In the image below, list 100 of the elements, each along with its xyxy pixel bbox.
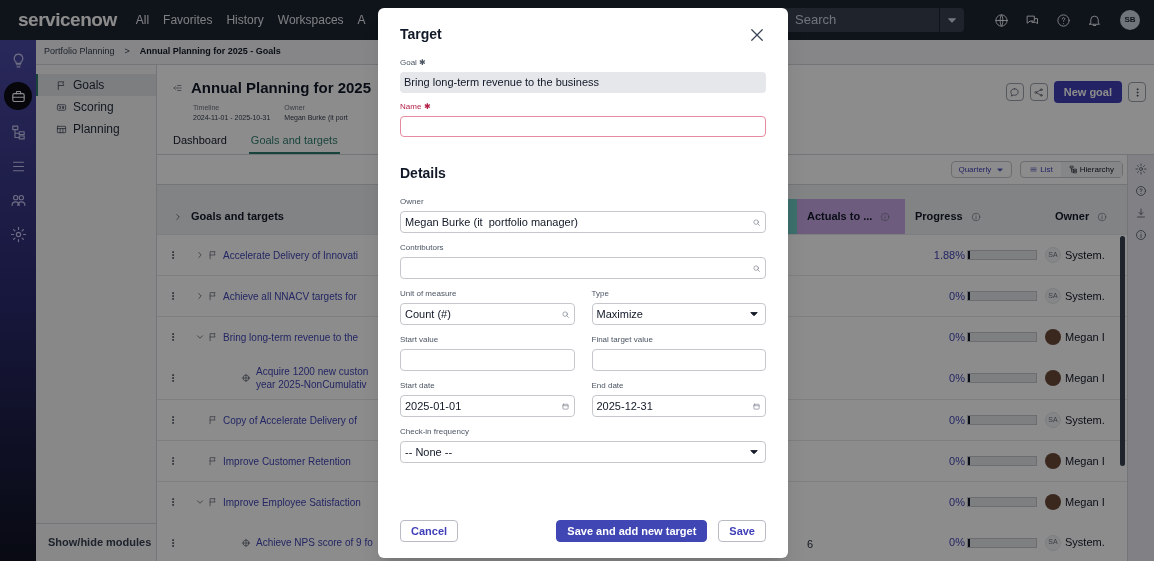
lookup-field[interactable]: Count (#) <box>400 303 575 325</box>
flag-icon <box>56 79 67 91</box>
goal-link[interactable]: Bring long-term revenue to the <box>223 330 359 344</box>
search-placeholder: Search <box>795 11 838 30</box>
owner-name: Megan I <box>1065 494 1105 510</box>
column-header: Owner <box>1055 209 1090 225</box>
scrollbar[interactable] <box>1120 236 1125 466</box>
chevron-icon[interactable] <box>195 250 205 260</box>
date-field[interactable]: 2025-12-31 <box>591 395 766 417</box>
field-label: Check-in frequency <box>400 426 470 438</box>
help-icon[interactable] <box>1135 185 1147 197</box>
more-button[interactable] <box>1128 82 1146 102</box>
comment-button[interactable] <box>1005 83 1024 101</box>
new-goal-button[interactable]: New goal <box>1053 81 1122 103</box>
date-field[interactable]: 2025-01-01 <box>400 395 575 417</box>
globe-icon[interactable] <box>994 12 1009 28</box>
module-item[interactable]: Planning <box>36 118 156 140</box>
name-input[interactable] <box>400 116 766 137</box>
goal-link[interactable]: Acquire 1200 new custon year 2025-NonCumulativ <box>256 365 369 391</box>
owner-name: System. <box>1065 412 1105 428</box>
owner-name: System. <box>1065 535 1105 551</box>
breadcrumb-item[interactable]: Portfolio Planning <box>44 45 115 59</box>
text-field[interactable] <box>591 349 766 371</box>
scoring-icon <box>56 101 67 113</box>
field-label: Start date <box>400 380 436 392</box>
field-value: Megan Burke (it portfolio manager) <box>405 214 579 230</box>
settings-icon[interactable] <box>1135 163 1147 175</box>
user-avatar[interactable]: SB <box>1120 10 1140 30</box>
progress-value: 0% <box>949 412 965 428</box>
owner-name: Megan I <box>1065 453 1105 469</box>
goal-link[interactable]: Improve Customer Retention <box>223 454 351 468</box>
field-value: Count (#) <box>405 306 451 322</box>
dialog-title: Target <box>400 25 442 44</box>
download-icon[interactable] <box>1135 207 1147 219</box>
logo[interactable]: servicenow <box>18 5 117 35</box>
calendar-icon <box>752 401 761 411</box>
field-label: Unit of measure <box>400 288 458 300</box>
info-icon[interactable] <box>1097 211 1108 222</box>
save-button[interactable]: Save <box>718 520 766 542</box>
view-toggle[interactable]: Hierarchy <box>1060 162 1122 177</box>
breadcrumb-separator: > <box>124 45 130 59</box>
column-header: Goals and targets <box>191 209 284 225</box>
column-header: Progress <box>915 209 963 225</box>
tab[interactable]: Dashboard <box>171 131 229 154</box>
calendar-icon <box>560 401 570 411</box>
field-label: End date <box>591 380 625 392</box>
owner-name: System. <box>1065 288 1105 304</box>
share-button[interactable] <box>1029 83 1048 101</box>
chevron-icon[interactable] <box>173 211 183 222</box>
share-icon <box>1033 86 1045 98</box>
text-field[interactable] <box>400 349 575 371</box>
goal-link[interactable]: Copy of Accelerate Delivery of <box>223 413 357 427</box>
nav-menu-item[interactable]: A <box>350 11 373 29</box>
comment-icon <box>1009 86 1021 98</box>
show-hide-modules-button[interactable]: Show/hide modules <box>48 534 152 551</box>
breadcrumb-item[interactable]: Annual Planning for 2025 - Goals <box>139 45 281 59</box>
goal-link[interactable]: Accelerate Delivery of Innovati <box>223 248 359 262</box>
field-label: Goal ✱ <box>400 57 428 69</box>
lookup-field[interactable]: Megan Burke (it portfolio manager) <box>400 211 766 233</box>
flag-icon <box>208 497 218 507</box>
field-label: Type <box>591 288 610 300</box>
nav-menu-item[interactable]: History <box>219 11 271 29</box>
nav-menu-item[interactable]: Workspaces <box>270 11 351 29</box>
progress-value: 0% <box>949 535 965 551</box>
goal-link[interactable]: Improve Employee Satisfaction <box>223 495 361 509</box>
chevron-icon[interactable] <box>195 291 205 301</box>
rail-button[interactable] <box>4 82 32 110</box>
view-toggle[interactable]: List <box>1021 162 1061 177</box>
progress-value: 0% <box>949 494 965 510</box>
field-label: Start value <box>400 334 440 346</box>
module-item[interactable]: Goals <box>36 74 156 96</box>
cancel-button[interactable]: Cancel <box>400 520 459 542</box>
period-dropdown[interactable]: Quarterly <box>951 161 1013 178</box>
progress-value: 1.88% <box>933 247 965 263</box>
owner-name: Megan I <box>1065 329 1105 345</box>
notification-icon[interactable] <box>1087 12 1102 28</box>
goal-link[interactable]: Achieve NPS score of 9 fo <box>256 536 373 549</box>
goal-value: Bring long-term revenue to the business <box>404 75 600 91</box>
crosshair-icon <box>241 537 251 548</box>
search-icon <box>752 263 761 273</box>
info-icon[interactable] <box>1135 229 1147 241</box>
section-heading: Details <box>400 164 447 183</box>
chevron-icon[interactable] <box>195 332 205 342</box>
field-label: Contributors <box>400 242 445 254</box>
search-icon <box>560 309 570 319</box>
lookup-field[interactable] <box>400 257 766 279</box>
info-icon[interactable] <box>970 211 981 222</box>
nav-menu-item[interactable]: All <box>128 11 157 29</box>
module-item[interactable]: Scoring <box>36 96 156 118</box>
tab[interactable]: Goals and targets <box>248 131 340 154</box>
flag-icon <box>208 415 218 425</box>
goal-link[interactable]: Achieve all NNACV targets for <box>223 289 357 303</box>
nav-menu-item[interactable]: Favorites <box>156 11 220 29</box>
select-field[interactable]: Maximize <box>591 303 766 325</box>
select-field[interactable]: -- None -- <box>400 441 766 463</box>
chevron-icon[interactable] <box>195 497 205 507</box>
info-icon[interactable] <box>880 211 891 222</box>
progress-value: 0% <box>949 288 965 304</box>
list-icon <box>1029 165 1039 174</box>
save-and-add-button[interactable]: Save and add new target <box>556 520 708 542</box>
